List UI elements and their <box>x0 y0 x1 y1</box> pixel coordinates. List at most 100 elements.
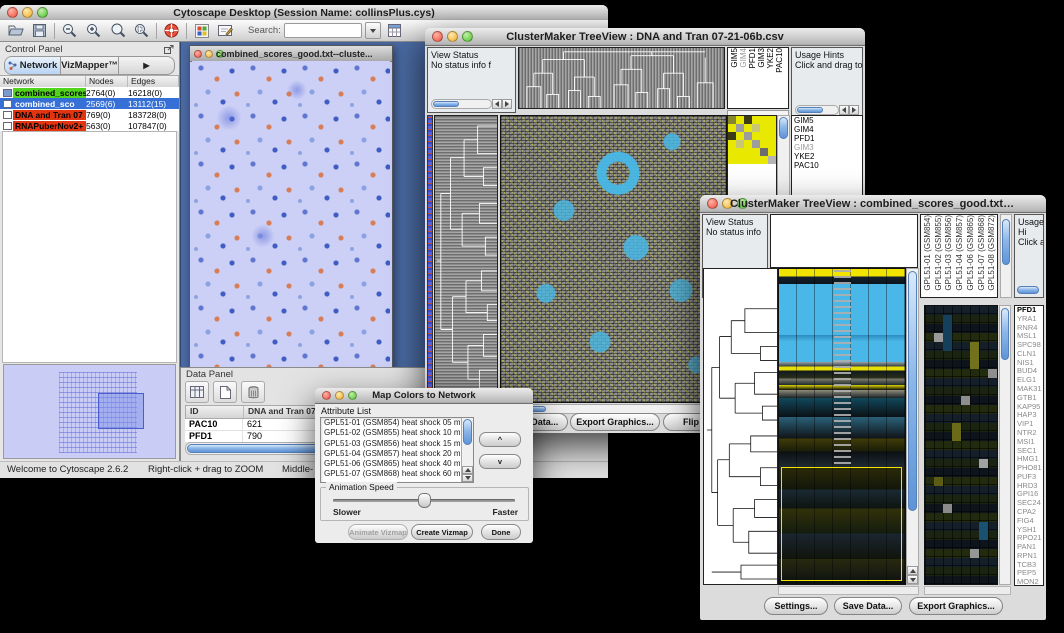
network-canvas[interactable] <box>192 61 390 374</box>
column-label[interactable]: GPL51-06 (GSM865) <box>966 215 976 291</box>
scrollbar-thumb[interactable] <box>433 101 459 107</box>
attribute-list-item[interactable]: GPL51-06 (GSM865) heat shock 40 min <box>321 459 473 469</box>
matrix-cell[interactable] <box>760 156 768 164</box>
search-input[interactable] <box>284 23 362 38</box>
matrix-cell[interactable] <box>768 132 776 140</box>
matrix-cell[interactable] <box>752 124 760 132</box>
close-button[interactable] <box>432 31 443 42</box>
matrix-cell[interactable] <box>752 156 760 164</box>
column-label[interactable]: GPL51-02 (GSM855) <box>934 215 944 291</box>
attribute-list-item[interactable]: GPL51-07 (GSM868) heat shock 60 min <box>321 469 473 479</box>
settings-button[interactable]: Settings... <box>764 597 828 615</box>
import-table-icon[interactable] <box>386 22 405 39</box>
close-button[interactable] <box>7 7 18 18</box>
speed-slider-thumb[interactable] <box>418 493 431 508</box>
export-graphics-button[interactable]: Export Graphics... <box>570 413 660 431</box>
save-data-button[interactable]: Save Data... <box>834 597 902 615</box>
matrix-cell[interactable] <box>760 140 768 148</box>
status-scrollbar[interactable] <box>431 99 512 109</box>
matrix-cell[interactable] <box>744 156 752 164</box>
scrollbar-thumb[interactable] <box>463 419 472 445</box>
zoom-in-icon[interactable] <box>84 22 103 39</box>
main-heatmap[interactable] <box>778 268 906 585</box>
matrix-cell[interactable] <box>728 156 736 164</box>
vizmapper-palette-icon[interactable] <box>192 22 211 39</box>
matrix-cell[interactable] <box>736 124 744 132</box>
matrix-cell[interactable] <box>768 156 776 164</box>
scrollbar-thumb[interactable] <box>1002 219 1010 265</box>
scrollbar-thumb[interactable] <box>797 107 823 113</box>
save-session-icon[interactable] <box>30 22 49 39</box>
matrix-cell[interactable] <box>736 132 744 140</box>
matrix-cell[interactable] <box>728 124 736 132</box>
matrix-cell[interactable] <box>768 116 776 124</box>
zoom-hscroll-strip[interactable] <box>924 586 1011 595</box>
column-label[interactable]: GPL51-08 (GSM872) <box>987 215 997 291</box>
move-down-button[interactable]: v <box>479 454 521 469</box>
close-button[interactable] <box>322 391 331 400</box>
global-heatmap[interactable] <box>500 115 727 403</box>
delete-attribute-trash-icon[interactable] <box>241 381 265 403</box>
matrix-cell[interactable] <box>744 124 752 132</box>
row-label[interactable]: GIM5 <box>792 116 862 125</box>
tab-overflow-button[interactable]: ▶ <box>118 57 174 74</box>
search-dropdown-button[interactable] <box>365 22 381 39</box>
matrix-cell[interactable] <box>768 140 776 148</box>
attribute-list-item[interactable]: GPL51-02 (GSM855) heat shock 10 min <box>321 428 473 438</box>
column-tree-area[interactable] <box>770 214 918 268</box>
close-button[interactable] <box>707 198 718 209</box>
matrix-cell[interactable] <box>744 148 752 156</box>
scroll-up-button[interactable] <box>462 466 473 474</box>
select-attributes-icon[interactable] <box>185 381 209 403</box>
scrollbar-thumb[interactable] <box>1001 308 1009 360</box>
attribute-list-item[interactable]: GPL51-04 (GSM857) heat shock 20 min <box>321 449 473 459</box>
matrix-cell[interactable] <box>752 148 760 156</box>
matrix-cell[interactable] <box>760 132 768 140</box>
matrix-cell[interactable] <box>736 156 744 164</box>
heatmap-vscrollbar[interactable] <box>906 268 919 585</box>
column-label[interactable]: GIM5 <box>730 48 738 68</box>
row-label[interactable]: YKE2 <box>792 152 862 161</box>
matrix-cell[interactable] <box>760 124 768 132</box>
column-label[interactable]: GIM4 <box>739 48 747 68</box>
done-button[interactable]: Done <box>481 524 521 540</box>
matrix-cell[interactable] <box>752 132 760 140</box>
column-header-edges[interactable]: Edges <box>128 76 179 87</box>
float-panel-icon[interactable] <box>164 45 174 54</box>
column-labels-vscrollbar[interactable] <box>1000 214 1012 298</box>
matrix-cell[interactable] <box>728 132 736 140</box>
matrix-cell[interactable] <box>752 116 760 124</box>
tab-network[interactable]: Network <box>5 57 61 74</box>
scroll-up-button[interactable] <box>907 566 918 575</box>
matrix-cell[interactable] <box>768 148 776 156</box>
export-graphics-button[interactable]: Export Graphics... <box>909 597 1003 615</box>
matrix-cell[interactable] <box>760 116 768 124</box>
zoom-fit-icon[interactable] <box>108 22 127 39</box>
heatmap-hscroll-strip[interactable] <box>778 586 919 595</box>
attribute-list-item[interactable]: GPL51-01 (GSM854) heat shock 05 min <box>321 418 473 428</box>
annotation-edit-icon[interactable] <box>216 22 235 39</box>
new-attribute-icon[interactable] <box>213 381 237 403</box>
column-header-nodes[interactable]: Nodes <box>86 76 128 87</box>
scrollbar-thumb[interactable] <box>779 117 788 139</box>
attribute-list-item[interactable]: GPL51-03 (GSM856) heat shock 15 min <box>321 439 473 449</box>
matrix-cell[interactable] <box>768 124 776 132</box>
matrix-cell[interactable] <box>744 132 752 140</box>
column-label[interactable]: YKE2 <box>766 48 774 68</box>
birdseye-viewport-rect[interactable] <box>98 393 144 429</box>
network-list-row[interactable]: RNAPuberNov2+ 563(0) 107847(0) <box>0 120 179 131</box>
attribute-id-header[interactable]: ID <box>186 406 244 418</box>
scroll-right-button[interactable] <box>502 99 512 109</box>
usage-scrollbar[interactable] <box>795 105 859 115</box>
scroll-right-button[interactable] <box>849 105 859 115</box>
column-label[interactable]: PFD1 <box>748 48 756 68</box>
column-label[interactable]: GPL51-03 (GSM856) <box>944 215 954 291</box>
row-label[interactable]: GIM4 <box>792 125 862 134</box>
animate-vizmap-button[interactable]: Animate Vizmap <box>348 524 408 540</box>
row-label[interactable]: GIM3 <box>792 143 862 152</box>
frame-close-button[interactable] <box>194 50 202 58</box>
scroll-left-button[interactable] <box>839 105 849 115</box>
matrix-cell[interactable] <box>744 140 752 148</box>
birdseye-overview[interactable] <box>3 364 176 459</box>
matrix-cell[interactable] <box>736 116 744 124</box>
